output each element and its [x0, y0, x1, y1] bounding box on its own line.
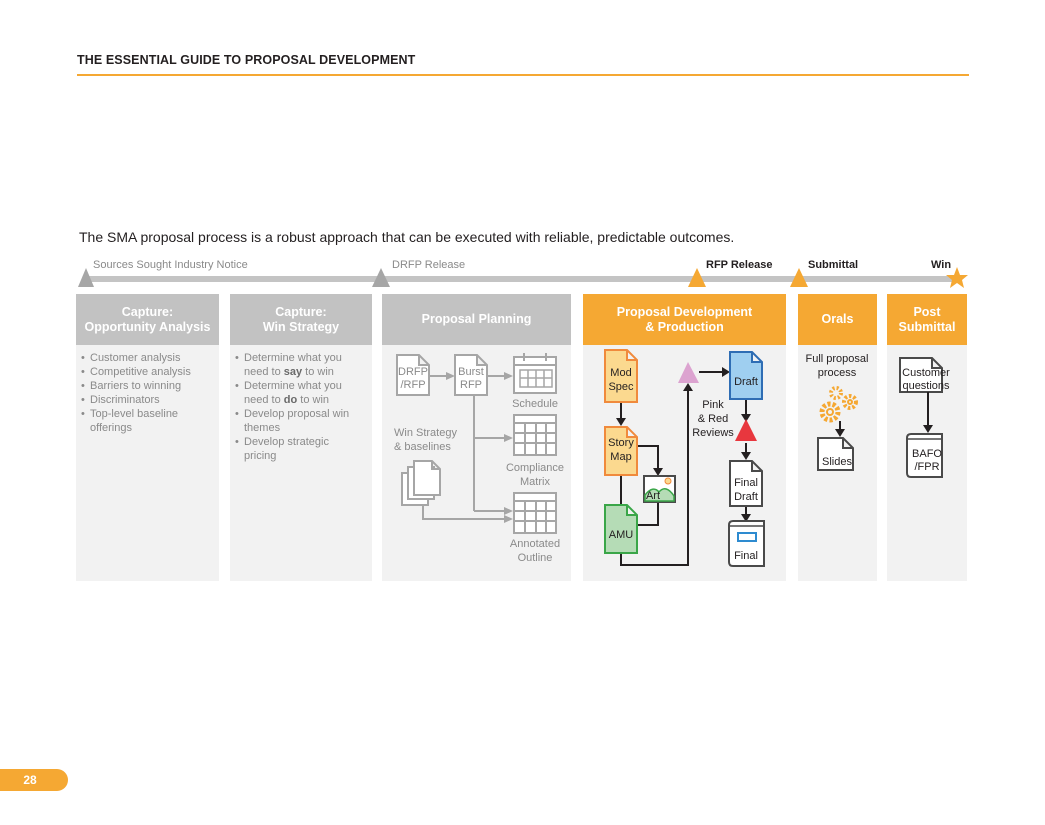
amu-label: AMU: [609, 529, 634, 541]
draft-label: Draft: [734, 376, 758, 388]
header-line: & Production: [645, 319, 724, 334]
timeline-bar: [86, 276, 958, 282]
mod-spec-label: Spec: [608, 381, 634, 393]
bafo-label: /FPR: [914, 461, 939, 473]
win-strategy-label: Win Strategy: [394, 427, 457, 439]
header-line: Opportunity Analysis: [84, 319, 211, 334]
compliance-matrix-label: Matrix: [520, 476, 550, 488]
column-header: Orals: [798, 294, 877, 345]
story-map-label: Map: [610, 451, 631, 463]
gears-icon: [819, 386, 858, 423]
slides-label: Slides: [822, 456, 852, 468]
reviews-label: Pink: [702, 399, 724, 411]
timeline: [78, 267, 968, 288]
milestone-sources-sought-marker: [78, 268, 94, 287]
bullet-item: Top-level baseline offerings: [81, 407, 219, 435]
compliance-matrix-label: Compliance: [506, 462, 564, 474]
header-line: Submittal: [898, 319, 956, 334]
header-line: Proposal Development: [616, 304, 753, 319]
bullet-item: Discriminators: [81, 393, 219, 407]
story-map-label: Story: [608, 437, 634, 449]
column-post-submittal: Post Submittal Customer questions BAFO /F…: [887, 294, 967, 581]
milestone-win-label: Win: [931, 259, 952, 271]
bullet-list: Customer analysis Competitive analysis B…: [76, 351, 219, 435]
milestone-submittal-marker: [790, 268, 808, 287]
page-header-title: THE ESSENTIAL GUIDE TO PROPOSAL DEVELOPM…: [77, 53, 416, 67]
mod-spec-label: Mod: [610, 367, 631, 379]
win-strategy-documents-icon: [401, 460, 441, 506]
milestone-submittal-label: Submittal: [808, 259, 859, 271]
column-proposal-planning: Proposal Planning DRFP /RFP Burst RFP Sc…: [382, 294, 571, 581]
annotated-outline-icon: [513, 492, 557, 534]
orals-description: process: [818, 367, 857, 379]
compliance-matrix-icon: [513, 414, 557, 456]
orals-description: Full proposal: [806, 353, 869, 365]
bullet-item: Develop proposal win themes: [235, 407, 358, 435]
red-review-triangle-icon: [735, 419, 757, 441]
page-number-badge: 28: [0, 769, 68, 791]
column-header: Proposal Development & Production: [583, 294, 786, 345]
milestone-rfp-label: RFP Release: [706, 259, 773, 271]
milestone-drfp-marker: [372, 268, 390, 287]
column-header: Capture: Opportunity Analysis: [76, 294, 219, 345]
column-win-strategy: Capture:Win Strategy Determine what you …: [230, 294, 372, 581]
column-header: Capture: Win Strategy: [230, 294, 372, 345]
annotated-outline-label: Annotated: [510, 538, 560, 550]
drfp-label: DRFP: [398, 366, 428, 378]
bullet-item: Determine what you need to do to win: [235, 379, 358, 407]
final-draft-label: Final: [734, 477, 758, 489]
final-draft-label: Draft: [734, 491, 758, 503]
pink-review-triangle-icon: [678, 362, 699, 383]
planning-diagram: DRFP /RFP Burst RFP Schedule Compliance …: [394, 353, 564, 564]
bullet-item: Barriers to winning: [81, 379, 219, 393]
intro-text: The SMA proposal process is a robust app…: [79, 229, 735, 245]
drfp-label: /RFP: [400, 379, 425, 391]
column-header: Post Submittal: [887, 294, 967, 345]
win-strategy-label: & baselines: [394, 441, 451, 453]
milestone-drfp-label: DRFP Release: [392, 259, 466, 271]
header-line: Post: [913, 304, 941, 319]
header-rule: [77, 74, 969, 76]
customer-questions-label: Customer: [902, 367, 950, 379]
header-line: Win Strategy: [262, 319, 340, 334]
column-header: Proposal Planning: [382, 294, 571, 345]
header-line: Capture:: [275, 304, 327, 319]
bullet-item: Customer analysis: [81, 351, 219, 365]
bullet-item: Determine what you need to say to win: [235, 351, 358, 379]
orals-diagram: Full proposal process Slides: [806, 353, 869, 471]
milestone-sources-sought-label: Sources Sought Industry Notice: [93, 259, 248, 271]
post-submittal-diagram: Customer questions BAFO /FPR: [899, 357, 950, 478]
bullet-item: Develop strategic pricing: [235, 435, 358, 463]
header-line: Capture:: [121, 304, 174, 319]
final-label: Final: [734, 550, 758, 562]
column-opportunity-analysis: Capture:Opportunity Analysis Customer an…: [76, 294, 219, 581]
reviews-label: Reviews: [692, 427, 734, 439]
bullet-item: Competitive analysis: [81, 365, 219, 379]
burst-rfp-label: RFP: [460, 379, 482, 391]
customer-questions-label: questions: [902, 380, 950, 392]
column-proposal-development: Proposal Development & Production Mod Sp…: [583, 294, 786, 581]
development-diagram: Mod Spec Story Map Art AMU Draft Pink & …: [604, 349, 765, 567]
burst-rfp-label: Burst: [458, 366, 484, 378]
annotated-outline-label: Outline: [518, 552, 553, 564]
bafo-label: BAFO: [912, 448, 942, 460]
bullet-list: Determine what you need to say to win De…: [230, 351, 372, 463]
milestone-rfp-marker: [688, 268, 706, 287]
schedule-calendar-icon: [513, 353, 557, 394]
art-label: Art: [646, 490, 660, 502]
reviews-label: & Red: [698, 413, 729, 425]
schedule-label: Schedule: [512, 398, 558, 410]
column-orals: Orals Full proposal process Slides: [798, 294, 877, 581]
